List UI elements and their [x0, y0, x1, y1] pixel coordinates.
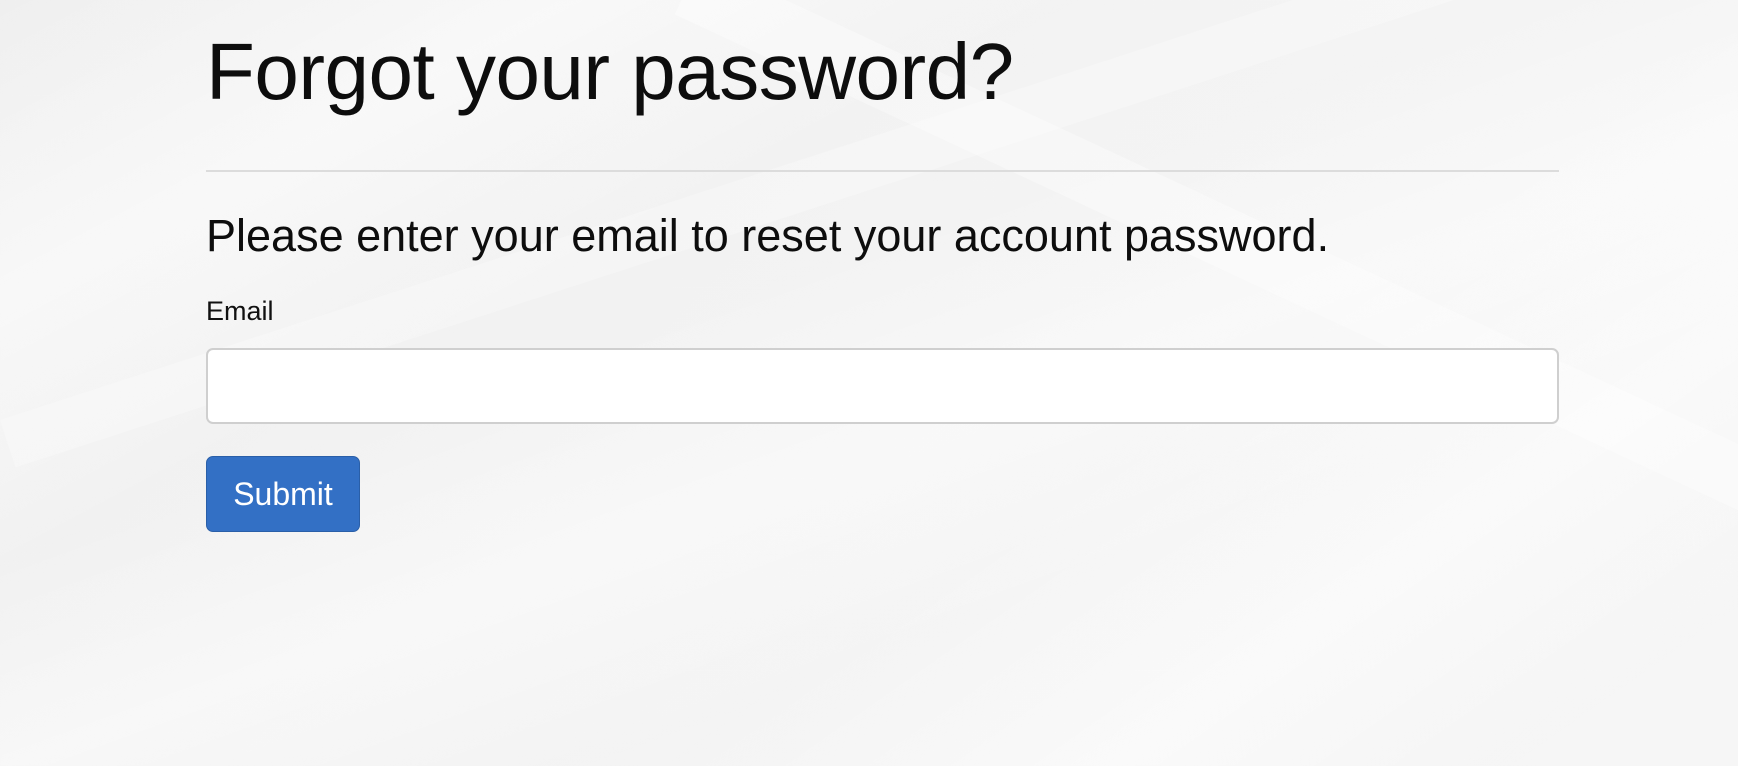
- email-label: Email: [206, 296, 274, 326]
- submit-button[interactable]: Submit: [206, 456, 360, 532]
- page-title: Forgot your password?: [206, 27, 1014, 116]
- email-field[interactable]: [206, 348, 1559, 424]
- forgot-password-container: Forgot your password? Please enter your …: [206, 0, 1559, 532]
- page-subtitle: Please enter your email to reset your ac…: [206, 210, 1330, 261]
- divider: [206, 170, 1559, 172]
- forgot-password-form: Email Submit: [206, 294, 1559, 532]
